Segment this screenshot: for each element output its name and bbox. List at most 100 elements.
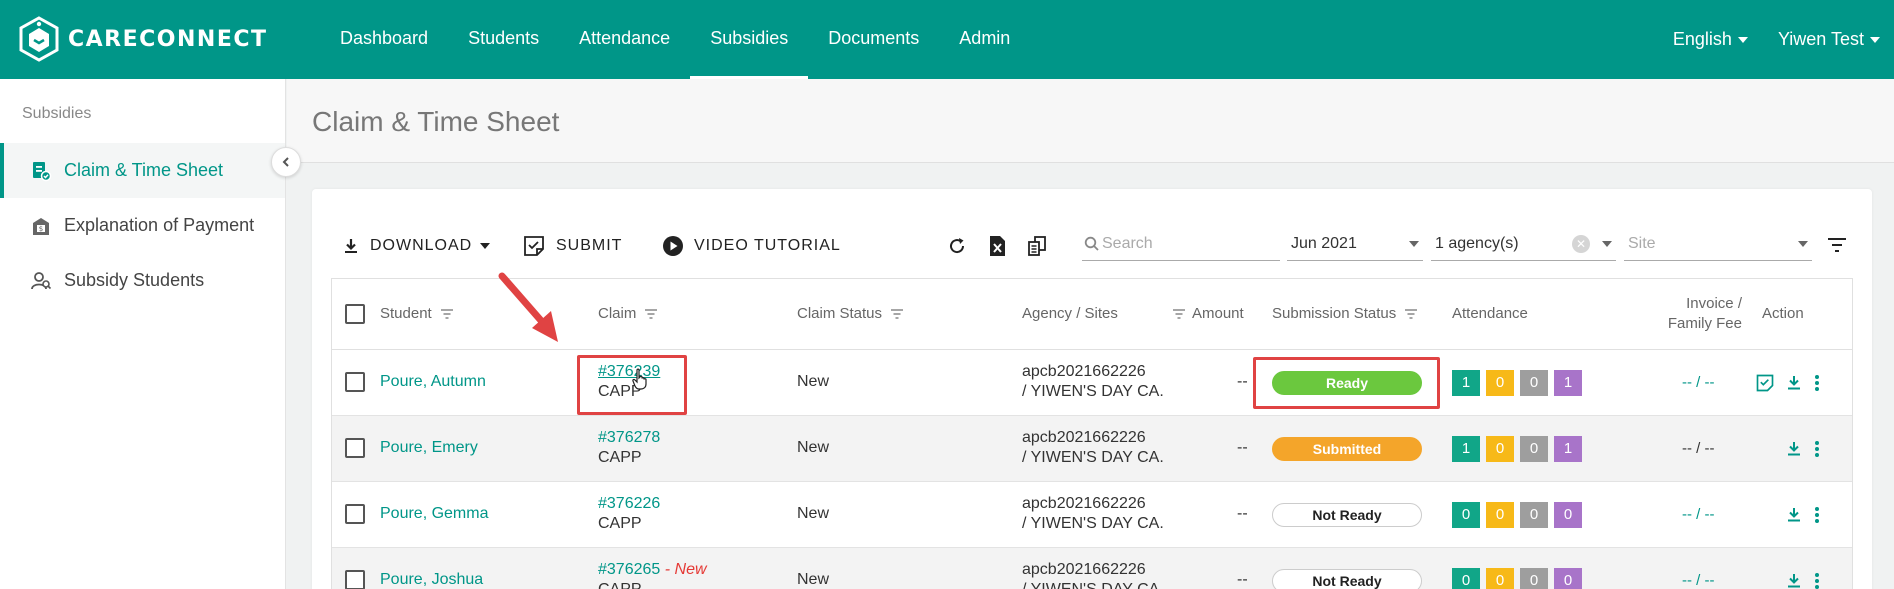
row-checkbox[interactable] (345, 438, 365, 458)
svg-text:$: $ (39, 225, 43, 233)
nav-students[interactable]: Students (448, 0, 559, 79)
site-name: / YIWEN'S DAY CA. (1022, 449, 1164, 466)
download-row-button[interactable] (1784, 372, 1804, 394)
select-all-checkbox[interactable] (345, 304, 365, 324)
header-submission-label: Submission Status (1272, 305, 1397, 322)
attendance-present-count: 0 (1452, 568, 1480, 589)
page-title: Claim & Time Sheet (312, 106, 560, 137)
payment-icon: $ (30, 215, 52, 237)
refresh-button[interactable] (944, 233, 970, 259)
invoice-link[interactable]: -- / -- (1682, 506, 1714, 523)
more-actions-button[interactable] (1810, 372, 1824, 394)
nav-attendance[interactable]: Attendance (559, 0, 690, 79)
chevron-left-icon (282, 157, 289, 167)
amount: -- (1237, 505, 1248, 522)
row-checkbox[interactable] (345, 504, 365, 524)
download-row-button[interactable] (1784, 570, 1804, 589)
header-claim[interactable]: Claim (598, 305, 658, 322)
filter-icon[interactable] (890, 308, 904, 320)
download-row-button[interactable] (1784, 438, 1804, 460)
user-name: Yiwen Test (1777, 29, 1864, 49)
attendance-absent-count: 0 (1520, 370, 1548, 396)
amount: -- (1237, 571, 1248, 588)
download-button[interactable]: DOWNLOAD (342, 231, 491, 261)
filter-icon (1828, 238, 1846, 252)
invoice-link[interactable]: -- / -- (1682, 572, 1714, 589)
student-search-icon (30, 270, 52, 292)
header-submission-status[interactable]: Submission Status (1272, 305, 1418, 322)
filter-button[interactable] (1824, 232, 1850, 258)
nav-dashboard[interactable]: Dashboard (320, 0, 448, 79)
brand-logo[interactable]: CARECONNECT (18, 16, 268, 62)
sidebar: Subsidies Claim & Time Sheet $ Explanati… (0, 79, 286, 589)
top-navbar: CARECONNECT Dashboard Students Attendanc… (0, 0, 1894, 79)
amount: -- (1237, 373, 1248, 390)
attendance-other-count: 0 (1554, 568, 1582, 589)
claims-card: DOWNLOAD SUBMIT VIDEO TUTORIAL Search Ju… (312, 189, 1872, 589)
program-label: CAPP (598, 580, 707, 589)
export-excel-button[interactable] (984, 233, 1010, 259)
month-select[interactable]: Jun 2021 (1287, 227, 1423, 261)
agency-id: apcb2021662226 (1022, 363, 1146, 380)
invoice-link[interactable]: -- / -- (1682, 374, 1714, 391)
more-actions-button[interactable] (1810, 438, 1824, 460)
sidebar-collapse-button[interactable] (271, 147, 301, 177)
header-student-label: Student (380, 305, 432, 322)
filter-icon[interactable] (440, 308, 454, 320)
filter-icon[interactable] (1172, 308, 1186, 320)
columns-button[interactable] (1024, 233, 1050, 259)
site-select[interactable]: Site (1624, 227, 1812, 261)
header-agency-sites: Agency / Sites (1022, 305, 1118, 322)
main-nav: Dashboard Students Attendance Subsidies … (320, 0, 1030, 79)
search-icon (1084, 236, 1099, 251)
submit-row-button[interactable] (1754, 372, 1776, 394)
search-field[interactable]: Search (1082, 227, 1280, 261)
invoice-value: -- / -- (1682, 440, 1715, 457)
attendance-absent-count: 0 (1520, 502, 1548, 528)
filter-icon[interactable] (644, 308, 658, 320)
agency-select[interactable]: 1 agency(s) ✕ (1431, 227, 1616, 261)
attendance-present-count: 1 (1452, 436, 1480, 462)
student-link[interactable]: Poure, Emery (380, 439, 478, 457)
header-student[interactable]: Student (380, 305, 454, 322)
header-amount[interactable]: Amount (1172, 305, 1244, 322)
download-row-button[interactable] (1784, 504, 1804, 526)
more-vertical-icon (1815, 441, 1819, 457)
attendance-other-count: 1 (1554, 436, 1582, 462)
submit-icon (524, 236, 544, 256)
filter-icon[interactable] (1404, 308, 1418, 320)
sidebar-item-explanation-of-payment[interactable]: $ Explanation of Payment (0, 198, 285, 253)
page-header: Claim & Time Sheet (287, 79, 1894, 163)
header-invoice-family-fee: Invoice / Family Fee (1642, 294, 1742, 334)
sidebar-item-claim-time-sheet[interactable]: Claim & Time Sheet (0, 143, 285, 198)
language-label: English (1672, 29, 1732, 49)
header-attendance: Attendance (1452, 305, 1528, 322)
claim-link[interactable]: #376278 (598, 428, 660, 448)
sidebar-item-subsidy-students[interactable]: Subsidy Students (0, 253, 285, 308)
nav-documents[interactable]: Documents (808, 0, 939, 79)
student-link[interactable]: Poure, Gemma (380, 505, 488, 523)
header-action: Action (1762, 305, 1804, 322)
nav-admin[interactable]: Admin (939, 0, 1030, 79)
row-checkbox[interactable] (345, 570, 365, 589)
table-row: Poure, Autumn #376239 CAPP New apcb20216… (332, 350, 1852, 416)
more-actions-button[interactable] (1810, 504, 1824, 526)
clear-icon[interactable]: ✕ (1572, 235, 1590, 253)
claim-link[interactable]: #376265 (598, 561, 660, 578)
language-dropdown[interactable]: English (1673, 29, 1748, 50)
user-menu[interactable]: Yiwen Test (1778, 29, 1880, 50)
video-tutorial-button[interactable]: VIDEO TUTORIAL (662, 231, 841, 261)
sidebar-item-label: Subsidy Students (64, 270, 205, 290)
header-claim-status[interactable]: Claim Status (797, 305, 904, 322)
more-actions-button[interactable] (1810, 570, 1824, 589)
submit-button[interactable]: SUBMIT (522, 231, 622, 261)
student-link[interactable]: Poure, Autumn (380, 373, 486, 391)
agency-id: apcb2021662226 (1022, 495, 1146, 512)
month-value: Jun 2021 (1291, 234, 1357, 252)
claim-link[interactable]: #376226 (598, 494, 660, 514)
row-checkbox[interactable] (345, 372, 365, 392)
status-highlight-box (1253, 357, 1440, 409)
nav-subsidies[interactable]: Subsidies (690, 0, 809, 79)
site-name: / YIWEN'S DAY CA. (1022, 515, 1164, 532)
student-link[interactable]: Poure, Joshua (380, 571, 483, 589)
